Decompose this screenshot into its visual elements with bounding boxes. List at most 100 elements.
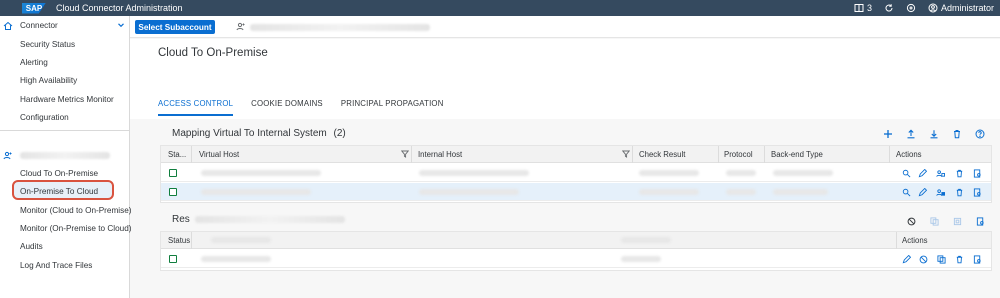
document-search-icon <box>973 254 981 264</box>
trash-icon <box>954 130 960 139</box>
resources-table-header: Status Actions <box>161 232 991 249</box>
resource-path-redacted <box>201 256 271 262</box>
edit-button[interactable] <box>917 168 927 178</box>
notifications-button[interactable]: 3 <box>854 3 872 13</box>
col-status[interactable]: Status <box>168 236 190 245</box>
nav-item-hardware-metrics-monitor[interactable]: Hardware Metrics Monitor <box>20 95 114 104</box>
internal-host-redacted <box>419 170 529 176</box>
internal-host-redacted <box>419 189 519 195</box>
delete-resource-button[interactable] <box>954 254 964 264</box>
nav-item-high-availability[interactable]: High Availability <box>20 76 77 85</box>
power-icon <box>906 3 916 13</box>
subaccount-user-icon <box>236 22 245 31</box>
table-row[interactable] <box>161 183 991 201</box>
delete-row-button[interactable] <box>954 187 964 197</box>
logoff-button[interactable] <box>906 3 916 13</box>
subaccount-user-icon <box>3 151 12 160</box>
col-check-result[interactable]: Check Result <box>639 150 685 159</box>
col-internal-host[interactable]: Internal Host <box>418 150 462 159</box>
resource-details-button[interactable] <box>972 254 982 264</box>
nav-item-cloud-to-on-premise[interactable]: Cloud To On-Premise <box>20 169 98 178</box>
resources-title-prefix: Res <box>172 214 190 225</box>
document-search-icon <box>976 216 984 226</box>
status-indicator <box>169 255 177 263</box>
column-header-redacted <box>621 237 671 243</box>
refresh-icon <box>885 4 893 12</box>
tab-cookie-domains[interactable]: COOKIE DOMAINS <box>251 99 323 116</box>
nav-item-log-and-trace-files[interactable]: Log And Trace Files <box>20 261 92 270</box>
select-subaccount-button[interactable]: Select Subaccount <box>135 20 215 34</box>
edit-icon <box>902 254 911 263</box>
copy-icon <box>936 254 946 264</box>
nav-item-audits[interactable]: Audits <box>20 242 43 251</box>
nav-item-monitor-on-premise-to-cloud[interactable]: Monitor (On-Premise to Cloud) <box>20 224 131 233</box>
download-icon <box>930 130 938 139</box>
upload-button[interactable] <box>905 128 917 140</box>
principal-button[interactable] <box>935 168 945 178</box>
edit-resource-button[interactable] <box>901 254 911 264</box>
status-indicator <box>169 188 177 196</box>
virtual-host-redacted <box>201 170 321 176</box>
col-actions: Actions <box>902 236 928 245</box>
user-icon <box>928 3 938 13</box>
col-divider <box>632 146 633 163</box>
deny-all-button[interactable] <box>906 216 916 226</box>
check-availability-button[interactable] <box>901 187 911 197</box>
forbidden-icon <box>907 217 915 225</box>
col-status[interactable]: Sta... <box>168 150 186 159</box>
user-menu[interactable]: Administrator <box>928 3 994 13</box>
nav-item-monitor-cloud-to-on-premise[interactable]: Monitor (Cloud to On-Premise) <box>20 206 131 215</box>
status-indicator <box>169 169 177 177</box>
trash-icon <box>956 169 962 177</box>
mapping-title-text: Mapping Virtual To Internal System <box>172 128 327 139</box>
add-mapping-button[interactable] <box>882 128 894 140</box>
zoom-icon <box>902 169 910 177</box>
col-backend-type[interactable]: Back-end Type <box>771 150 823 159</box>
edit-button[interactable] <box>917 187 927 197</box>
page-header: Cloud To On-Premise ACCESS CONTROL COOKI… <box>130 39 1000 119</box>
delete-all-button[interactable] <box>951 128 963 140</box>
mapping-table-header: Sta... Virtual Host Internal Host Check … <box>161 146 991 163</box>
delete-row-button[interactable] <box>954 168 964 178</box>
virtual-host-redacted <box>201 189 311 195</box>
help-icon <box>975 129 985 139</box>
notifications-count: 3 <box>866 3 872 13</box>
refresh-button[interactable] <box>884 3 894 13</box>
page-title: Cloud To On-Premise <box>158 47 268 59</box>
col-divider <box>896 232 897 249</box>
check-result-redacted <box>639 170 699 176</box>
copy-resources-button[interactable] <box>929 216 939 226</box>
details-button[interactable] <box>972 187 982 197</box>
resources-table-title: Res <box>172 214 345 225</box>
nav-item-alerting[interactable]: Alerting <box>20 58 48 67</box>
details-button[interactable] <box>972 168 982 178</box>
tab-access-control[interactable]: ACCESS CONTROL <box>158 99 234 116</box>
sap-logo: SAP <box>22 2 46 14</box>
copy-resource-button[interactable] <box>936 254 946 264</box>
tab-principal-propagation[interactable]: PRINCIPAL PROPAGATION <box>341 99 444 116</box>
nav-group-connector[interactable]: Connector <box>20 21 58 30</box>
help-button[interactable] <box>974 128 986 140</box>
user-lock-icon <box>935 188 945 196</box>
filter-icon[interactable] <box>401 150 409 158</box>
paste-resources-button[interactable] <box>952 216 962 226</box>
check-availability-button[interactable] <box>901 168 911 178</box>
col-protocol[interactable]: Protocol <box>724 150 753 159</box>
chevron-down-icon[interactable] <box>117 21 125 29</box>
filter-icon[interactable] <box>622 150 630 158</box>
download-button[interactable] <box>928 128 940 140</box>
deny-resource-button[interactable] <box>918 254 928 264</box>
nav-item-on-premise-to-cloud[interactable]: On-Premise To Cloud <box>20 187 98 196</box>
col-virtual-host[interactable]: Virtual Host <box>199 150 239 159</box>
book-icon <box>854 4 864 12</box>
forbidden-icon <box>919 255 927 263</box>
nav-item-configuration[interactable]: Configuration <box>20 113 69 122</box>
table-row[interactable] <box>161 250 991 268</box>
zoom-icon <box>902 188 910 196</box>
principal-button[interactable] <box>935 187 945 197</box>
mapping-table-title: Mapping Virtual To Internal System (2) <box>172 128 346 139</box>
col-divider <box>411 146 412 163</box>
table-row[interactable] <box>161 164 991 182</box>
nav-item-security-status[interactable]: Security Status <box>20 40 75 49</box>
resources-details-button[interactable] <box>975 216 985 226</box>
